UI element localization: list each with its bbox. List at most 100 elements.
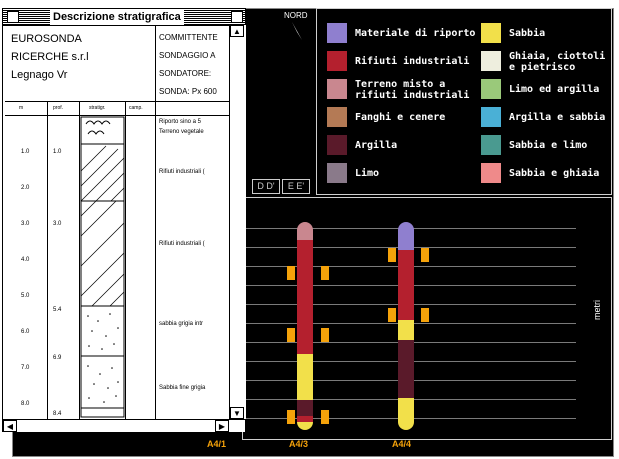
header-field: SONDA: Px 600 bbox=[159, 87, 217, 96]
layer-sabbia bbox=[398, 398, 414, 430]
layer-rifiuti-industriali bbox=[398, 250, 414, 320]
scroll-down-icon[interactable]: ▼ bbox=[230, 407, 244, 419]
sample-marker[interactable] bbox=[321, 410, 329, 424]
depth-label: 7.0 bbox=[21, 365, 30, 371]
window-titlebar[interactable]: Descrizione stratigrafica bbox=[3, 9, 245, 26]
legend-swatch bbox=[327, 51, 347, 71]
depth-label: 3.0 bbox=[21, 221, 30, 227]
divider bbox=[5, 101, 229, 102]
legend-label: Sabbia e limo bbox=[509, 140, 588, 151]
legend-swatch bbox=[481, 107, 501, 127]
axis-label: metri bbox=[592, 300, 602, 320]
sample-marker[interactable] bbox=[421, 248, 429, 262]
legend-label: Argilla bbox=[355, 140, 398, 151]
company-line: EUROSONDA bbox=[11, 33, 82, 45]
legend-swatch bbox=[481, 163, 501, 183]
depth-label: 4.0 bbox=[21, 257, 30, 263]
legend-label: Ghiaia, ciottoli e pietrisco bbox=[509, 51, 606, 73]
close-box-icon[interactable] bbox=[7, 11, 19, 23]
layer-sabbia bbox=[297, 422, 313, 430]
borehole-column-a4-4[interactable] bbox=[398, 222, 414, 430]
legend-label: Limo bbox=[355, 168, 380, 179]
section-dd-button[interactable]: D D' bbox=[252, 179, 280, 194]
layer-rifiuti-industriali bbox=[297, 240, 313, 354]
legend-label: Limo ed argilla bbox=[509, 84, 600, 95]
scroll-left-icon[interactable]: ◀ bbox=[3, 420, 17, 432]
legend-swatch bbox=[327, 107, 347, 127]
legend-swatch bbox=[327, 163, 347, 183]
column-label-a4-1[interactable]: A4/1 bbox=[207, 439, 226, 449]
borehole-column-a4-3[interactable] bbox=[297, 222, 313, 430]
legend-label: Terreno misto a rifiuti industriali bbox=[355, 79, 470, 101]
legend-swatch bbox=[481, 135, 501, 155]
depth-label: 5.0 bbox=[21, 293, 30, 299]
layer-description: Sabbia fine grigia bbox=[159, 385, 206, 391]
depth-label: 6.0 bbox=[21, 329, 30, 335]
prof-label: 8.4 bbox=[53, 411, 62, 417]
company-line: Legnago Vr bbox=[11, 69, 68, 81]
sample-marker[interactable] bbox=[388, 248, 396, 262]
prof-label: 5.4 bbox=[53, 307, 62, 313]
legend-swatch bbox=[481, 79, 501, 99]
legend-label: Argilla e sabbia bbox=[509, 112, 606, 123]
scroll-right-icon[interactable]: ▶ bbox=[215, 420, 229, 432]
legend-swatch bbox=[327, 23, 347, 43]
legend-swatch bbox=[481, 23, 501, 43]
legend-label: Rifiuti industriali bbox=[355, 56, 470, 67]
legend-label: Materiale di riporto bbox=[355, 28, 476, 39]
header-field: SONDATORE: bbox=[159, 69, 212, 78]
zoom-box-icon[interactable] bbox=[231, 11, 243, 23]
layer-sabbia bbox=[297, 354, 313, 400]
divider bbox=[155, 25, 156, 101]
layer-argilla bbox=[297, 400, 313, 416]
header-field: COMMITTENTE bbox=[159, 33, 218, 42]
legend-label: Sabbia e ghiaia bbox=[509, 168, 600, 179]
vertical-scrollbar[interactable]: ▲ ▼ bbox=[229, 25, 246, 419]
sample-marker[interactable] bbox=[287, 266, 295, 280]
layer-materiale-riporto bbox=[398, 222, 414, 250]
col-header: camp. bbox=[129, 105, 143, 111]
sample-marker[interactable] bbox=[321, 328, 329, 342]
stratigraphy-window[interactable]: Descrizione stratigrafica EUROSONDA RICE… bbox=[2, 8, 246, 432]
sample-marker[interactable] bbox=[287, 328, 295, 342]
layer-argilla bbox=[398, 340, 414, 398]
legend-swatch bbox=[327, 135, 347, 155]
layer-description: sabbia grigia intr bbox=[159, 321, 204, 327]
header-field: SONDAGGIO A bbox=[159, 51, 216, 60]
sample-marker[interactable] bbox=[421, 308, 429, 322]
prof-label: 1.0 bbox=[53, 149, 62, 155]
prof-label: 3.0 bbox=[53, 221, 62, 227]
divider bbox=[155, 101, 156, 419]
depth-label: 1.0 bbox=[21, 149, 30, 155]
horizontal-scrollbar[interactable]: ◀ ▶ bbox=[3, 419, 245, 432]
legend-swatch bbox=[327, 79, 347, 99]
col-header: stratigr. bbox=[89, 105, 106, 111]
north-label: NORD bbox=[284, 11, 308, 20]
divider bbox=[125, 101, 126, 419]
prof-label: 6.9 bbox=[53, 355, 62, 361]
column-label-a4-3[interactable]: A4/3 bbox=[289, 439, 308, 449]
layer-description: Riporto sino a 5 bbox=[159, 119, 202, 125]
column-label-a4-4[interactable]: A4/4 bbox=[392, 439, 411, 449]
section-ee-button[interactable]: E E' bbox=[282, 179, 310, 194]
sample-marker[interactable] bbox=[321, 266, 329, 280]
window-title: Descrizione stratigrafica bbox=[50, 9, 184, 25]
legend-label: Fanghi e cenere bbox=[355, 112, 446, 123]
col-header: m bbox=[19, 105, 24, 111]
sample-marker[interactable] bbox=[388, 308, 396, 322]
divider bbox=[47, 101, 48, 419]
layer-sabbia bbox=[398, 320, 414, 340]
layer-description: Rifiuti industriali ( bbox=[159, 241, 205, 247]
depth-label: 8.0 bbox=[21, 401, 30, 407]
legend-swatch bbox=[481, 51, 501, 71]
scroll-up-icon[interactable]: ▲ bbox=[230, 25, 244, 37]
depth-label: 2.0 bbox=[21, 185, 30, 191]
layer-description: Rifiuti industriali ( bbox=[159, 169, 205, 175]
stratigraphy-column-icon bbox=[80, 116, 125, 418]
col-header: prof. bbox=[53, 105, 64, 111]
north-arrow-icon bbox=[292, 22, 302, 40]
layer-description: Terreno vegetale bbox=[159, 129, 204, 135]
legend-label: Sabbia bbox=[509, 28, 546, 39]
company-line: RICERCHE s.r.l bbox=[11, 51, 89, 63]
sample-marker[interactable] bbox=[287, 410, 295, 424]
